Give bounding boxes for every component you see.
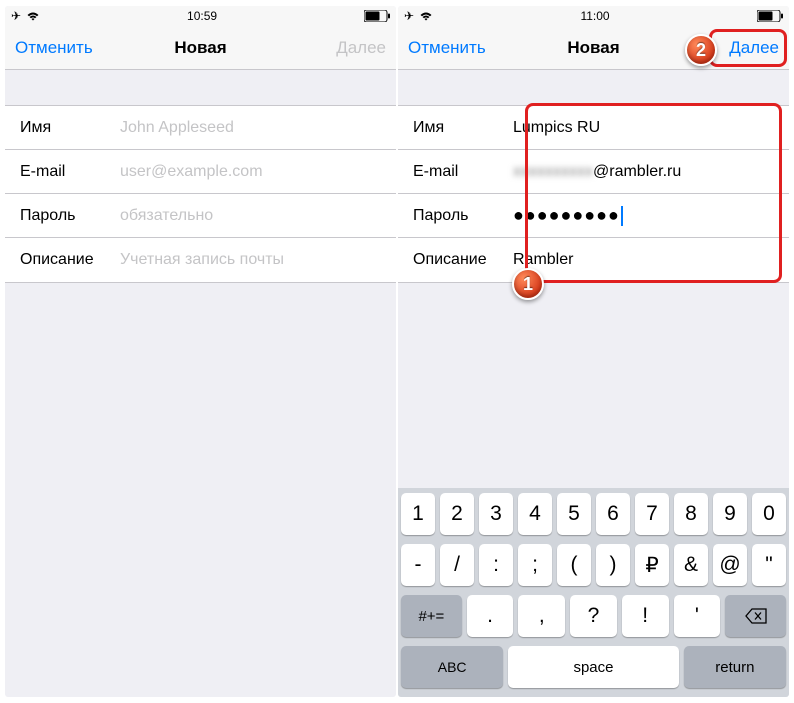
key-rparen[interactable]: ) xyxy=(596,544,630,586)
key-exclaim[interactable]: ! xyxy=(622,595,669,637)
cancel-button[interactable]: Отменить xyxy=(15,38,93,58)
key-abc[interactable]: ABC xyxy=(401,646,503,688)
password-input[interactable]: ●●●●●●●●● xyxy=(513,205,774,226)
key-5[interactable]: 5 xyxy=(557,493,591,535)
description-row[interactable]: Описание Учетная запись почты xyxy=(5,238,396,282)
airplane-icon: ✈ xyxy=(404,9,414,23)
email-label: E-mail xyxy=(413,163,513,181)
status-bar: ✈ 10:59 xyxy=(5,6,396,26)
key-period[interactable]: . xyxy=(467,595,514,637)
key-space[interactable]: space xyxy=(508,646,678,688)
key-slash[interactable]: / xyxy=(440,544,474,586)
airplane-icon: ✈ xyxy=(11,9,21,23)
form-section: Имя John Appleseed E-mail user@example.c… xyxy=(5,105,396,283)
key-shift[interactable]: #+= xyxy=(401,595,462,637)
password-label: Пароль xyxy=(413,207,513,225)
keyboard: 1 2 3 4 5 6 7 8 9 0 - / : ; ( ) ₽ & @ xyxy=(398,488,789,697)
form-section: Имя Lumpics RU E-mail xxxxxxxxxx@rambler… xyxy=(398,105,789,283)
phone-left: ✈ 10:59 Отменить Новая Далее Имя John Ap… xyxy=(5,6,396,697)
password-label: Пароль xyxy=(20,207,120,225)
password-input[interactable]: обязательно xyxy=(120,207,381,225)
nav-title: Новая xyxy=(567,38,619,58)
key-delete[interactable] xyxy=(725,595,786,637)
key-ruble[interactable]: ₽ xyxy=(635,544,669,586)
wifi-icon xyxy=(26,11,40,21)
key-question[interactable]: ? xyxy=(570,595,617,637)
description-label: Описание xyxy=(20,251,120,269)
status-time: 10:59 xyxy=(187,9,217,23)
key-0[interactable]: 0 xyxy=(752,493,786,535)
email-row[interactable]: E-mail xxxxxxxxxx@rambler.ru xyxy=(398,150,789,194)
description-row[interactable]: Описание Rambler xyxy=(398,238,789,282)
wifi-icon xyxy=(419,11,433,21)
key-quote[interactable]: " xyxy=(752,544,786,586)
description-label: Описание xyxy=(413,251,513,269)
backspace-icon xyxy=(745,608,767,624)
key-dash[interactable]: - xyxy=(401,544,435,586)
password-row[interactable]: Пароль ●●●●●●●●● xyxy=(398,194,789,238)
name-input[interactable]: Lumpics RU xyxy=(513,119,774,137)
email-input[interactable]: user@example.com xyxy=(120,163,381,181)
password-row[interactable]: Пароль обязательно xyxy=(5,194,396,238)
cancel-button[interactable]: Отменить xyxy=(408,38,486,58)
key-semicolon[interactable]: ; xyxy=(518,544,552,586)
email-label: E-mail xyxy=(20,163,120,181)
key-at[interactable]: @ xyxy=(713,544,747,586)
key-2[interactable]: 2 xyxy=(440,493,474,535)
email-row[interactable]: E-mail user@example.com xyxy=(5,150,396,194)
description-input[interactable]: Rambler xyxy=(513,251,774,269)
name-label: Имя xyxy=(413,119,513,137)
key-8[interactable]: 8 xyxy=(674,493,708,535)
name-label: Имя xyxy=(20,119,120,137)
status-bar: ✈ 11:00 xyxy=(398,6,789,26)
email-input[interactable]: xxxxxxxxxx@rambler.ru xyxy=(513,163,774,181)
status-time: 11:00 xyxy=(580,9,609,23)
key-6[interactable]: 6 xyxy=(596,493,630,535)
key-comma[interactable]: , xyxy=(518,595,565,637)
text-cursor xyxy=(621,206,623,226)
key-lparen[interactable]: ( xyxy=(557,544,591,586)
nav-title: Новая xyxy=(174,38,226,58)
next-button[interactable]: Далее xyxy=(709,38,779,58)
battery-icon xyxy=(757,10,783,22)
key-7[interactable]: 7 xyxy=(635,493,669,535)
key-3[interactable]: 3 xyxy=(479,493,513,535)
key-return[interactable]: return xyxy=(684,646,786,688)
name-row[interactable]: Имя John Appleseed xyxy=(5,106,396,150)
nav-bar: Отменить Новая Далее xyxy=(398,26,789,70)
key-amp[interactable]: & xyxy=(674,544,708,586)
name-row[interactable]: Имя Lumpics RU xyxy=(398,106,789,150)
description-input[interactable]: Учетная запись почты xyxy=(120,251,381,269)
key-4[interactable]: 4 xyxy=(518,493,552,535)
key-colon[interactable]: : xyxy=(479,544,513,586)
key-apos[interactable]: ' xyxy=(674,595,721,637)
next-button: Далее xyxy=(316,38,386,58)
battery-icon xyxy=(364,10,390,22)
phone-right: ✈ 11:00 Отменить Новая Далее Имя Lumpics… xyxy=(398,6,789,697)
name-input[interactable]: John Appleseed xyxy=(120,119,381,137)
nav-bar: Отменить Новая Далее xyxy=(5,26,396,70)
key-9[interactable]: 9 xyxy=(713,493,747,535)
key-1[interactable]: 1 xyxy=(401,493,435,535)
